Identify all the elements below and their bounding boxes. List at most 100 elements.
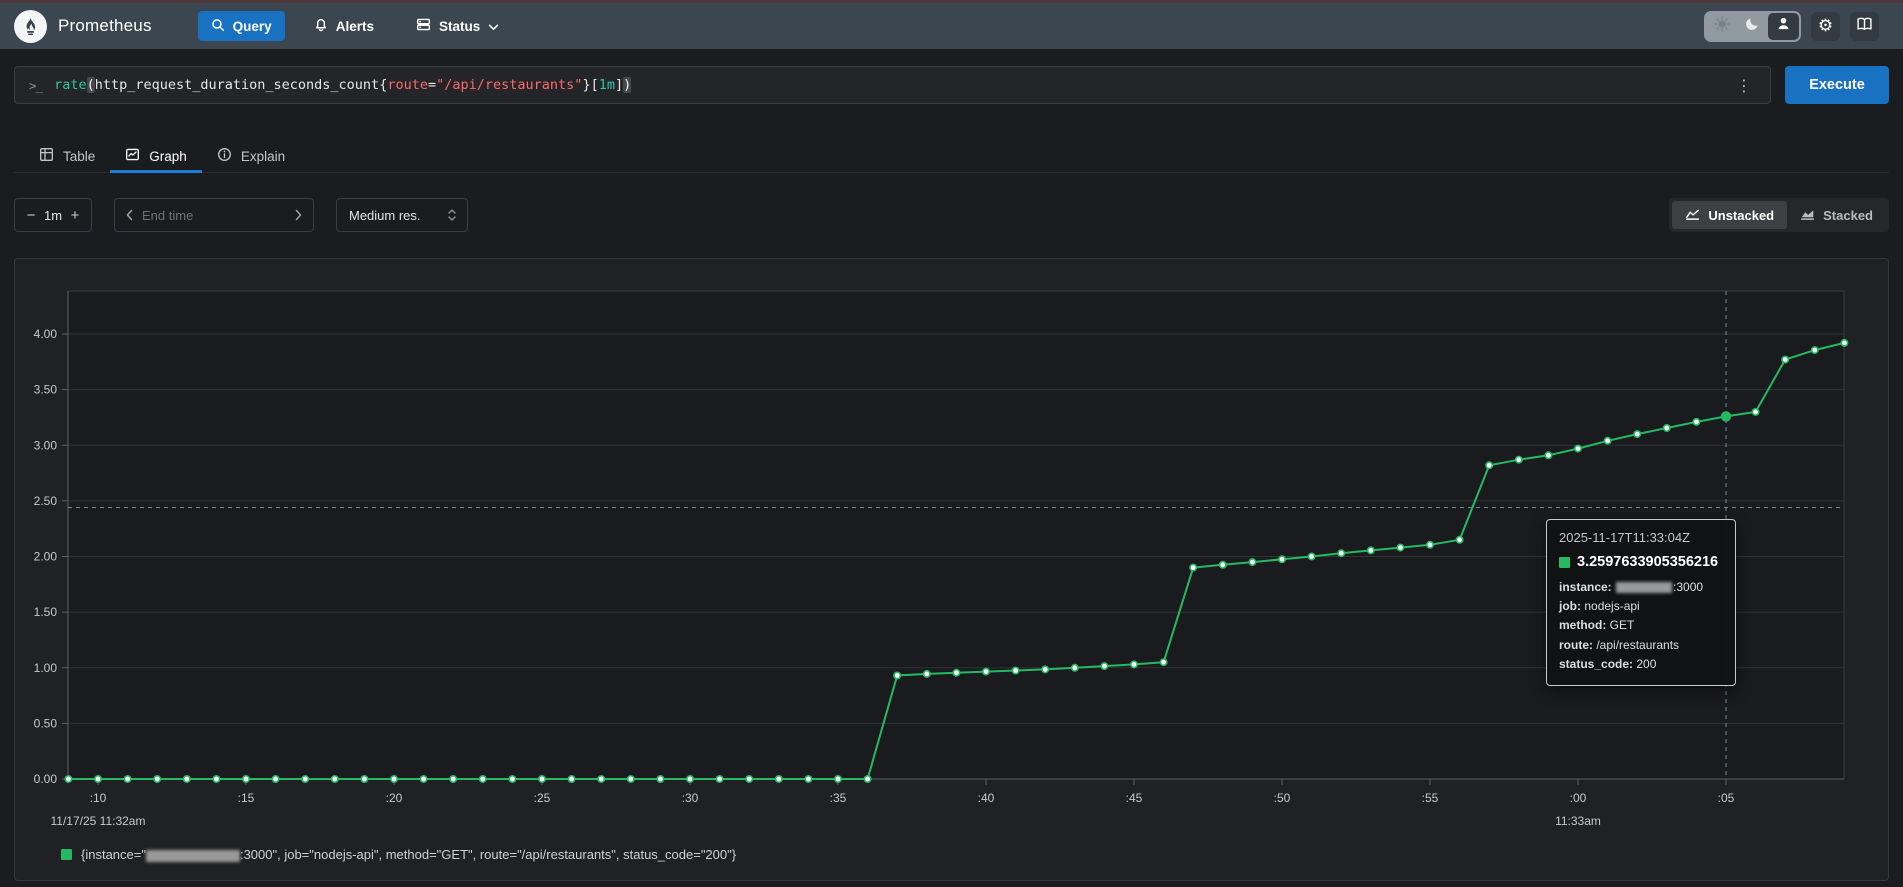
svg-text:11/17/25 11:32am: 11/17/25 11:32am <box>51 814 146 828</box>
brand[interactable]: Prometheus <box>14 10 152 43</box>
tooltip-value: 3.2597633905356216 <box>1577 554 1718 570</box>
end-time-placeholder[interactable]: End time <box>142 208 286 223</box>
svg-text:3.50: 3.50 <box>34 383 58 397</box>
redacted-instance <box>1616 582 1672 593</box>
nav-query-label: Query <box>233 19 272 34</box>
theme-toggle <box>1704 11 1801 42</box>
chevron-left-icon[interactable] <box>125 209 134 221</box>
app-title: Prometheus <box>58 16 152 36</box>
dark-theme-button[interactable] <box>1737 13 1768 40</box>
legend-swatch <box>61 849 72 860</box>
query-row: >_ rate(http_request_duration_seconds_co… <box>14 66 1889 104</box>
book-icon <box>1856 16 1873 36</box>
tab-graph[interactable]: Graph <box>110 140 202 172</box>
series-legend[interactable]: {instance=":3000", job="nodejs-api", met… <box>61 847 736 862</box>
nav-alerts[interactable]: Alerts <box>301 11 387 41</box>
legend-text: {instance=":3000", job="nodejs-api", met… <box>81 847 736 862</box>
docs-button[interactable] <box>1850 12 1879 41</box>
graph-icon <box>125 147 140 165</box>
tooltip-label-job: job: nodejs-api <box>1559 597 1723 616</box>
svg-text:4.00: 4.00 <box>34 327 58 341</box>
svg-text::50: :50 <box>1274 791 1291 805</box>
stacking-toggle: Unstacked Stacked <box>1669 198 1889 232</box>
tooltip-value-row: 3.2597633905356216 <box>1559 554 1723 570</box>
graph-toolbar: − 1m + End time Medium res. Unstacked St… <box>14 198 1889 232</box>
svg-text::05: :05 <box>1718 791 1735 805</box>
tooltip-label-status-code: status_code: 200 <box>1559 655 1723 674</box>
tab-table-label: Table <box>63 149 95 164</box>
resolution-select[interactable]: Medium res. <box>336 198 468 232</box>
svg-text::55: :55 <box>1422 791 1439 805</box>
unstacked-button[interactable]: Unstacked <box>1672 201 1787 229</box>
svg-text::10: :10 <box>90 791 107 805</box>
tooltip-label-instance: instance: :3000 <box>1559 578 1723 597</box>
chevron-down-icon <box>488 19 499 34</box>
svg-text::15: :15 <box>238 791 255 805</box>
end-time-picker[interactable]: End time <box>114 198 314 232</box>
light-theme-button[interactable] <box>1706 13 1737 40</box>
svg-text::20: :20 <box>386 791 403 805</box>
range-value[interactable]: 1m <box>44 208 62 223</box>
selector-chevrons-icon <box>447 208 457 222</box>
resolution-value: Medium res. <box>349 208 447 223</box>
navbar: Prometheus Query Alerts Status <box>0 3 1903 49</box>
result-tabs: Table Graph Explain <box>14 140 1889 173</box>
range-decrease-button[interactable]: − <box>19 207 43 224</box>
range-selector: − 1m + <box>14 198 92 232</box>
tooltip-label-method: method: GET <box>1559 616 1723 635</box>
svg-text:3.00: 3.00 <box>34 438 58 452</box>
tooltip-timestamp: 2025-11-17T11:33:04Z <box>1559 530 1723 545</box>
prometheus-logo-icon <box>14 10 47 43</box>
svg-text::45: :45 <box>1126 791 1143 805</box>
terminal-prompt-icon: >_ <box>29 78 42 93</box>
tab-explain[interactable]: Explain <box>202 140 300 172</box>
chart-area-icon <box>1800 207 1815 224</box>
search-icon <box>211 18 225 35</box>
svg-text:11:33am: 11:33am <box>1555 814 1601 828</box>
svg-text:0.50: 0.50 <box>34 716 58 730</box>
moon-icon <box>1745 16 1760 36</box>
table-icon <box>39 147 54 165</box>
info-icon <box>217 147 232 165</box>
svg-text:0.00: 0.00 <box>34 772 58 786</box>
stacked-label: Stacked <box>1823 208 1873 223</box>
user-icon <box>1776 16 1791 36</box>
execute-button[interactable]: Execute <box>1785 66 1889 104</box>
svg-text:2.50: 2.50 <box>34 494 58 508</box>
promql-expression[interactable]: rate(http_request_duration_seconds_count… <box>54 77 1720 93</box>
tab-explain-label: Explain <box>241 149 285 164</box>
series-swatch <box>1559 557 1570 568</box>
tooltip-label-route: route: /api/restaurants <box>1559 636 1723 655</box>
chevron-right-icon[interactable] <box>294 209 303 221</box>
svg-text::00: :00 <box>1570 791 1587 805</box>
tab-graph-label: Graph <box>149 149 187 164</box>
redacted-instance <box>146 850 240 862</box>
svg-text::25: :25 <box>534 791 551 805</box>
unstacked-label: Unstacked <box>1708 208 1774 223</box>
expression-input[interactable]: >_ rate(http_request_duration_seconds_co… <box>14 66 1771 104</box>
nav-status-label: Status <box>439 19 480 34</box>
nav-query[interactable]: Query <box>198 11 285 41</box>
gear-icon: ⚙ <box>1818 18 1833 35</box>
nav-status[interactable]: Status <box>403 11 512 41</box>
graph-panel: 0.000.501.001.502.002.503.003.504.00:10:… <box>14 258 1889 881</box>
nav-alerts-label: Alerts <box>336 19 374 34</box>
range-increase-button[interactable]: + <box>63 207 87 224</box>
auto-theme-button[interactable] <box>1768 13 1799 40</box>
chart-tooltip: 2025-11-17T11:33:04Z 3.2597633905356216 … <box>1546 519 1736 686</box>
chart-line-icon <box>1685 207 1700 224</box>
settings-button[interactable]: ⚙ <box>1811 12 1840 41</box>
sun-icon <box>1714 16 1730 37</box>
svg-text:1.00: 1.00 <box>34 661 58 675</box>
main-nav: Query Alerts Status <box>198 11 513 41</box>
svg-text::40: :40 <box>978 791 995 805</box>
query-options-menu-icon[interactable]: ⋮ <box>1732 76 1756 95</box>
tab-table[interactable]: Table <box>24 140 110 172</box>
navbar-actions: ⚙ <box>1704 11 1879 42</box>
stacked-button[interactable]: Stacked <box>1787 201 1886 229</box>
svg-text:1.50: 1.50 <box>34 605 58 619</box>
stack-icon <box>416 17 431 35</box>
svg-text::30: :30 <box>682 791 699 805</box>
svg-text::35: :35 <box>830 791 847 805</box>
prometheus-app: Prometheus Query Alerts Status <box>0 0 1903 887</box>
